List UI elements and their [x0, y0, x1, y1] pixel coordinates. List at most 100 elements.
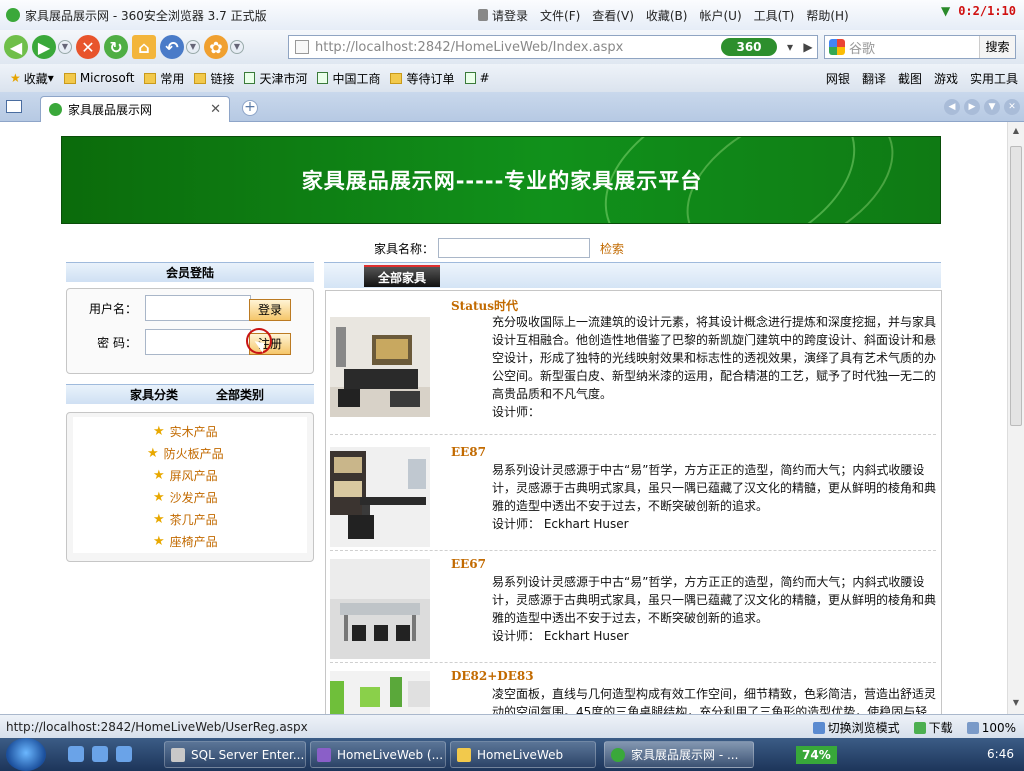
- tool-games[interactable]: 游戏: [934, 70, 958, 87]
- vertical-scrollbar[interactable]: ▲ ▼: [1007, 122, 1024, 714]
- menu-view[interactable]: 查看(V): [592, 7, 634, 24]
- fav-collect[interactable]: ★ 收藏 ▾: [10, 70, 54, 87]
- search-link[interactable]: 检索: [600, 240, 624, 257]
- search-button[interactable]: 搜索: [979, 36, 1015, 58]
- status-bar: http://localhost:2842/HomeLiveWeb/UserRe…: [0, 714, 1024, 738]
- tab-bar: 家具展品展示网 ✕ + ◀ ▶ ▼ ✕: [0, 92, 1024, 122]
- window-controls: ▼ 0:2/1:10: [941, 4, 1020, 18]
- fav-links[interactable]: 链接: [194, 70, 234, 87]
- battery-indicator[interactable]: 74%: [796, 745, 837, 764]
- close-icon[interactable]: ✕: [210, 102, 221, 117]
- product-name[interactable]: Status时代: [451, 297, 518, 314]
- category-item[interactable]: ★ 实木产品: [153, 423, 218, 440]
- back-arrow-icon[interactable]: ◀: [4, 35, 28, 59]
- product-image[interactable]: [330, 559, 430, 659]
- password-input[interactable]: [145, 329, 251, 355]
- tool-screenshot[interactable]: 截图: [898, 70, 922, 87]
- product-image[interactable]: [330, 671, 430, 714]
- paw-icon[interactable]: ✿: [204, 35, 228, 59]
- address-url[interactable]: http://localhost:2842/HomeLiveWeb/Index.…: [315, 40, 721, 55]
- fav-tianjin[interactable]: 天津市河: [244, 70, 307, 87]
- login-panel: 用户名： 密 码： 登录 注册: [66, 288, 314, 374]
- mode-icon: [812, 722, 825, 734]
- sidebar-toggle-icon[interactable]: [6, 100, 22, 113]
- category-item[interactable]: ★ 座椅产品: [153, 533, 218, 550]
- fav-microsoft[interactable]: Microsoft: [63, 71, 134, 85]
- search-input[interactable]: 谷歌: [849, 38, 979, 57]
- window-title: 家具展品展示网 - 360安全浏览器 3.7 正式版: [25, 8, 267, 23]
- tab-left-icon[interactable]: ◀: [944, 99, 960, 115]
- tool-translate[interactable]: 翻译: [862, 70, 886, 87]
- window-title-bar: 家具展品展示网 - 360安全浏览器 3.7 正式版 请登录 文件(F) 查看(…: [0, 0, 1024, 30]
- furniture-name-input[interactable]: [438, 238, 591, 258]
- tab-list-icon[interactable]: ▼: [984, 99, 1000, 115]
- tab-close-icon[interactable]: ✕: [1004, 99, 1020, 115]
- fav-common[interactable]: 常用: [144, 70, 184, 87]
- home-icon[interactable]: ⌂: [132, 35, 156, 59]
- go-arrow-icon[interactable]: ▶: [799, 40, 817, 54]
- clock[interactable]: 6:46: [987, 747, 1014, 761]
- zoom-level[interactable]: 100%: [966, 721, 1016, 735]
- search-box[interactable]: 谷歌 搜索: [824, 35, 1016, 59]
- menu-file[interactable]: 文件(F): [540, 7, 580, 24]
- category-item[interactable]: ★ 屏风产品: [153, 467, 218, 484]
- menu-tools[interactable]: 工具(T): [754, 7, 795, 24]
- tab-right-icon[interactable]: ▶: [964, 99, 980, 115]
- taskbar-item-visual-studio[interactable]: HomeLiveWeb (...: [310, 741, 446, 768]
- list-item: EE87 易系列设计灵感源于中古“易”哲学，方方正正的造型，简约而大气；内斜式收…: [330, 439, 936, 551]
- username-input[interactable]: [145, 295, 251, 321]
- paw-dropdown-icon[interactable]: ▼: [230, 40, 244, 54]
- scroll-down-icon[interactable]: ▼: [1010, 698, 1022, 710]
- menu-help[interactable]: 帮助(H): [806, 7, 848, 24]
- product-name[interactable]: EE87: [451, 445, 486, 459]
- stop-icon[interactable]: ✕: [76, 35, 100, 59]
- tool-netbank[interactable]: 网银: [826, 70, 850, 87]
- browse-mode-toggle[interactable]: 切换浏览模式: [812, 719, 900, 736]
- fav-hash[interactable]: #: [464, 71, 490, 85]
- folder-icon: [457, 747, 471, 762]
- product-image[interactable]: [330, 447, 430, 547]
- folder-icon: [390, 72, 403, 84]
- scroll-up-icon[interactable]: ▲: [1010, 126, 1022, 138]
- fav-pending-orders[interactable]: 等待订单: [390, 70, 455, 87]
- forward-arrow-icon[interactable]: ▶: [32, 35, 56, 59]
- star-icon: ★: [153, 424, 165, 439]
- search-engine-icon[interactable]: [829, 39, 845, 55]
- undo-close-icon[interactable]: ↶: [160, 35, 184, 59]
- security-badge[interactable]: 360: [721, 38, 777, 56]
- switch-windows-icon[interactable]: [116, 746, 132, 762]
- category-item[interactable]: ★ 沙发产品: [153, 489, 218, 506]
- new-tab-icon[interactable]: +: [242, 100, 258, 116]
- taskbar-item-browser[interactable]: 家具展品展示网 - ...: [604, 741, 754, 768]
- menu-account[interactable]: 帐户(U): [699, 7, 741, 24]
- skin-icon[interactable]: ▼: [941, 4, 950, 18]
- history-dropdown-icon[interactable]: ▼: [58, 40, 72, 54]
- fav-icbc[interactable]: 中国工商: [317, 70, 380, 87]
- taskbar-item-folder[interactable]: HomeLiveWeb: [450, 741, 596, 768]
- taskbar-item-sql-server[interactable]: SQL Server Enter...: [164, 741, 306, 768]
- tab-all-furniture[interactable]: 全部家具: [364, 265, 440, 287]
- browser-icon[interactable]: [92, 746, 108, 762]
- product-description: 充分吸收国际上一流建筑的设计元素，将其设计概念进行提炼和深度挖掘，并与家具设计互…: [492, 315, 937, 419]
- start-button[interactable]: [6, 738, 46, 771]
- folder-icon: [144, 72, 157, 84]
- category-header-left: 家具分类: [130, 388, 179, 402]
- refresh-icon[interactable]: ↻: [104, 35, 128, 59]
- category-item[interactable]: ★ 茶几产品: [153, 511, 218, 528]
- menu-favorites[interactable]: 收藏(B): [646, 7, 688, 24]
- login-button[interactable]: 登录: [249, 299, 291, 321]
- scrollbar-thumb[interactable]: [1010, 146, 1022, 426]
- category-item[interactable]: ★ 防火板产品: [147, 445, 224, 462]
- tool-utilities[interactable]: 实用工具: [970, 70, 1018, 87]
- product-image[interactable]: [330, 317, 430, 417]
- address-dropdown-icon[interactable]: ▾: [781, 40, 799, 54]
- download-button[interactable]: 下载: [913, 719, 953, 736]
- product-name[interactable]: EE67: [451, 557, 486, 571]
- ie-icon[interactable]: [68, 746, 84, 762]
- all-categories-link[interactable]: 全部类别: [216, 386, 264, 403]
- product-name[interactable]: DE82+DE83: [451, 669, 534, 683]
- login-menu[interactable]: 请登录: [478, 7, 528, 24]
- undo-dropdown-icon[interactable]: ▼: [186, 40, 200, 54]
- address-bar[interactable]: http://localhost:2842/HomeLiveWeb/Index.…: [288, 35, 818, 59]
- tab-furniture[interactable]: 家具展品展示网 ✕: [40, 96, 230, 122]
